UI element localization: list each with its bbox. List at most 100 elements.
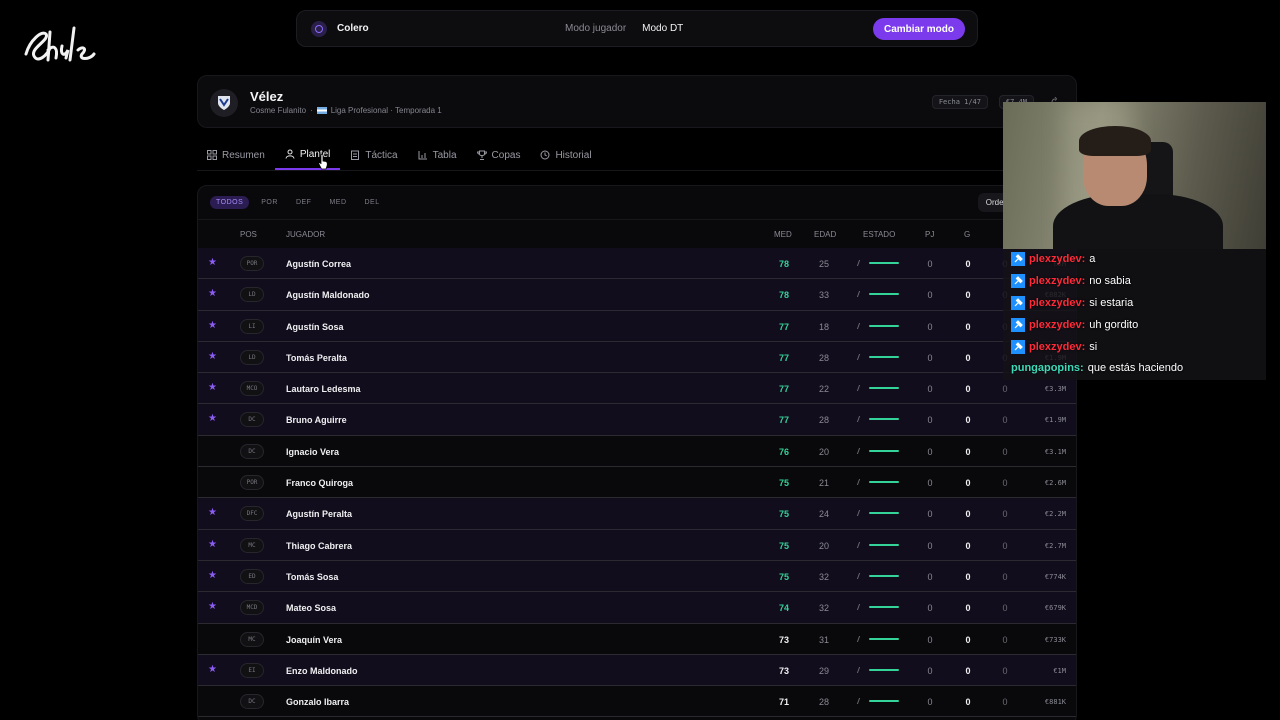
hammer-badge-icon [1011,274,1025,288]
favorite-star-icon[interactable]: ★ [208,570,217,581]
filter-med[interactable]: MED [323,196,352,209]
position-chip: DFC [240,506,264,522]
fitness-bar [869,543,899,546]
player-rating: 76 [778,446,789,457]
favorite-star-icon[interactable]: ★ [208,320,217,331]
favorite-star-icon[interactable]: ★ [208,257,217,268]
assists: 0 [1002,571,1008,582]
player-name[interactable]: Mateo Sosa [286,603,336,613]
table-row[interactable]: DC Gonzalo Ibarra 71 28 0 0 0 €881K [198,686,1076,718]
table-row[interactable]: ★PORAgustín Correa7825000€3M [198,248,1076,280]
player-name[interactable]: Tomás Sosa [286,572,338,582]
table-row[interactable]: ★LDAgustín Maldonado7833000€882K [198,279,1076,311]
switch-mode-button[interactable]: Cambiar modo [872,18,965,40]
favorite-star-icon[interactable]: ★ [208,507,217,518]
tab-tabla[interactable]: Tabla [408,140,467,170]
trend-icon [856,635,866,642]
player-name[interactable]: Enzo Maldonado [286,666,358,676]
assists: 0 [1002,665,1008,676]
matches-played: 0 [927,259,933,269]
favorite-star-icon[interactable]: ★ [208,382,217,393]
fitness-bar [869,262,899,264]
club-name: Vélez [250,89,284,104]
table-row[interactable]: MC Joaquín Vera 73 31 0 0 0 €733K [198,624,1076,655]
goals: 0 [965,478,971,489]
matches-played: 0 [927,509,933,520]
filter-del[interactable]: DEL [359,196,386,209]
favorite-star-icon[interactable]: ★ [208,351,217,362]
table-row[interactable]: POR Franco Quiroga 75 21 0 0 0 €2.6M [198,467,1076,499]
col-player[interactable]: JUGADOR [286,230,325,239]
tab-copas[interactable]: Copas [467,140,531,170]
position-chip: EI [240,662,264,678]
mode-dt-button[interactable]: Modo DT [642,23,683,34]
goals: 0 [965,603,971,614]
assists: 0 [1002,446,1008,457]
col-med[interactable]: MED [774,230,792,239]
player-name[interactable]: Agustín Correa [286,259,351,269]
table-row[interactable]: ★LDTomás Peralta7728000€1.9M [198,341,1076,374]
player-age: 32 [818,571,829,582]
favorite-star-icon[interactable]: ★ [208,601,217,612]
player-name[interactable]: Tomás Peralta [286,353,347,363]
col-edad[interactable]: EDAD [814,230,836,239]
player-name[interactable]: Ignacio Vera [286,447,339,457]
player-age: 25 [818,259,829,269]
favorite-star-icon[interactable]: ★ [208,664,217,675]
webcam-overlay [1003,102,1266,249]
assists: 0 [1002,603,1008,614]
table-row[interactable]: ★ MCO Lautaro Ledesma 77 22 0 0 0 €3.3M [198,373,1076,405]
tab-resumen[interactable]: Resumen [197,140,275,170]
player-name[interactable]: Thiago Cabrera [286,541,352,551]
player-name[interactable]: Bruno Aguirre [286,415,347,425]
table-row[interactable]: ★ MC Thiago Cabrera 75 20 0 0 0 €2.7M [198,529,1076,561]
favorite-star-icon[interactable]: ★ [208,413,217,424]
col-g[interactable]: G [964,230,970,239]
player-status [856,541,899,548]
favorite-star-icon[interactable]: ★ [208,539,217,550]
tab-plantel[interactable]: Plantel [274,140,341,170]
col-estado[interactable]: ESTADO [863,230,895,239]
col-pj[interactable]: PJ [925,230,934,239]
col-pos[interactable]: POS [240,230,257,239]
assists: 0 [1002,540,1008,551]
table-row[interactable]: ★ MCD Mateo Sosa 74 32 0 0 0 €679K [198,592,1076,624]
tab-bar: Resumen Plantel Táctica Tabla Copas Hist… [197,140,1077,171]
market-value: €2.6M [1044,479,1066,488]
player-name[interactable]: Agustín Maldonado [286,290,370,300]
tab-historial[interactable]: Historial [530,140,601,170]
position-chip: DC [240,443,264,459]
player-name[interactable]: Franco Quiroga [286,478,353,488]
position-chip: DC [240,694,264,710]
league-info: Liga Profesional · Temporada 1 [330,106,442,115]
player-name[interactable]: Joaquín Vera [286,635,342,645]
tab-tactica[interactable]: Táctica [340,140,407,170]
table-row[interactable]: ★ DFC Agustín Peralta 75 24 0 0 0 €2.2M [198,498,1076,530]
player-name[interactable]: Lautaro Ledesma [286,384,361,394]
player-status [856,572,899,579]
fitness-bar [869,481,899,484]
filter-def[interactable]: DEF [290,196,318,209]
table-row[interactable]: ★ ED Tomás Sosa 75 32 0 0 0 €774K [198,560,1076,593]
goals: 0 [965,352,971,363]
player-name[interactable]: Gonzalo Ibarra [286,697,349,707]
assists: 0 [1002,509,1008,520]
mode-player-button[interactable]: Modo jugador [565,23,626,34]
hand-cursor-icon [318,154,328,170]
stream-chat: plexzydev: a plexzydev: no sabia plexzydev: s… [1003,249,1266,380]
table-row[interactable]: ★ DC Bruno Aguirre 77 28 0 0 0 €1.9M [198,404,1076,436]
table-row[interactable]: ★LIAgustín Sosa7718000€3.3M [198,310,1076,342]
filter-por[interactable]: POR [255,196,284,209]
chat-username: plexzydev: [1029,319,1086,331]
goals: 0 [965,415,971,426]
chat-username: plexzydev: [1029,341,1086,353]
goals: 0 [965,634,971,645]
brand[interactable]: Colero [311,20,369,37]
favorite-star-icon[interactable]: ★ [208,288,217,299]
table-row[interactable]: DC Ignacio Vera 76 20 0 0 0 €3.1M [198,436,1076,468]
player-name[interactable]: Agustín Peralta [286,509,352,519]
market-value: €2.7M [1044,541,1066,550]
table-row[interactable]: ★ EI Enzo Maldonado 73 29 0 0 0 €1M [198,654,1076,687]
filter-todos[interactable]: TODOS [210,196,250,209]
player-name[interactable]: Agustín Sosa [286,322,344,332]
